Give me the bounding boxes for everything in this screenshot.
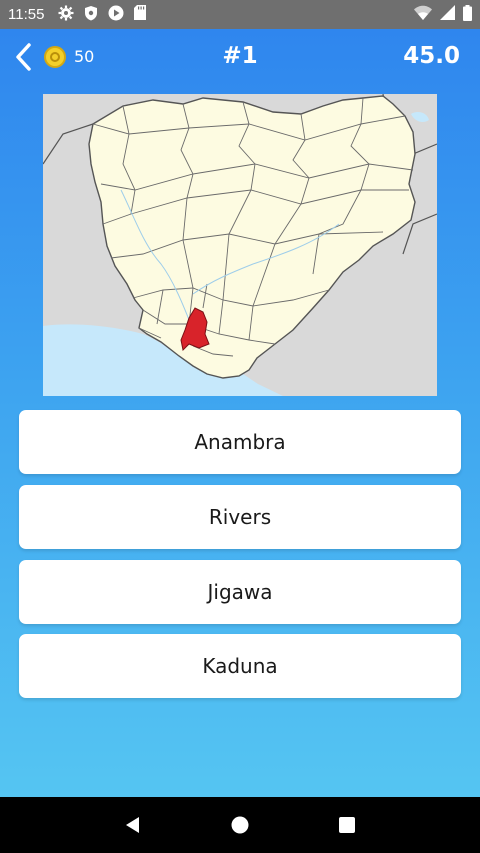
nigeria-map — [43, 94, 437, 396]
back-triangle-icon[interactable] — [113, 805, 153, 845]
answer-option-3[interactable]: Jigawa — [19, 560, 461, 624]
signal-icon — [440, 5, 455, 24]
answer-option-1[interactable]: Anambra — [19, 410, 461, 474]
answer-option-4[interactable]: Kaduna — [19, 634, 461, 698]
answer-label: Anambra — [194, 430, 286, 454]
gear-icon — [58, 5, 74, 25]
battery-icon — [463, 4, 472, 25]
answer-label: Kaduna — [202, 654, 278, 678]
status-bar: 11:55 — [0, 0, 480, 29]
shield-icon — [84, 5, 98, 25]
play-circle-icon — [108, 5, 124, 25]
answer-label: Jigawa — [207, 580, 273, 604]
home-circle-icon[interactable] — [220, 805, 260, 845]
quiz-screen: 50 #1 45.0 Anambra Rivers Jigawa Kaduna — [0, 29, 480, 797]
wifi-icon — [414, 5, 432, 24]
status-time: 11:55 — [8, 6, 45, 23]
answer-option-2[interactable]: Rivers — [19, 485, 461, 549]
system-nav-bar — [0, 797, 480, 853]
answer-label: Rivers — [208, 505, 272, 529]
countdown-timer: 45.0 — [403, 43, 460, 69]
sd-card-icon — [134, 5, 147, 24]
recents-square-icon[interactable] — [327, 805, 367, 845]
top-bar: 50 #1 45.0 — [0, 29, 480, 85]
